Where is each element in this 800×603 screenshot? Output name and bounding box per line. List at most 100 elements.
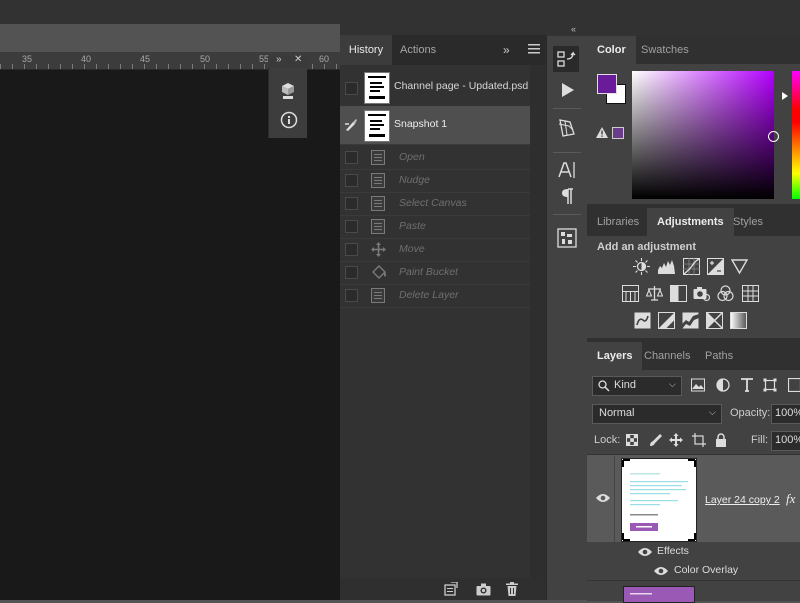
filter-shape-icon[interactable] <box>763 378 777 392</box>
paint-bucket-icon <box>371 265 385 280</box>
history-step[interactable]: Delete Layer <box>340 284 530 308</box>
step-checkbox[interactable] <box>345 289 358 302</box>
tab-history[interactable]: History <box>340 35 392 65</box>
hue-saturation-icon[interactable] <box>622 285 639 302</box>
opacity-field[interactable]: 100% <box>771 404 800 424</box>
history-step[interactable]: Select Canvas <box>340 192 530 216</box>
tab-styles[interactable]: Styles <box>723 208 773 236</box>
collapse-panels-icon[interactable]: « <box>571 24 576 34</box>
document-icon <box>371 288 385 303</box>
layer-filter-dropdown[interactable]: Kind ⌵ <box>592 376 682 396</box>
selective-color-icon[interactable] <box>706 312 723 329</box>
lock-transparent-pixels-icon[interactable] <box>626 434 638 446</box>
curves-icon[interactable] <box>683 258 700 275</box>
hue-slider[interactable] <box>792 71 800 199</box>
color-lookup-icon[interactable] <box>742 285 759 302</box>
lock-all-icon[interactable] <box>715 433 727 447</box>
snapshot-row[interactable]: Channel page - Updated.psd <box>340 68 530 107</box>
eye-icon[interactable] <box>596 493 610 503</box>
mesh-transform-icon[interactable] <box>555 116 579 140</box>
navigator-panel-icon[interactable] <box>555 226 579 250</box>
color-balance-icon[interactable] <box>646 285 663 302</box>
threshold-icon[interactable] <box>682 312 699 329</box>
properties-icon[interactable] <box>280 82 296 100</box>
info-icon[interactable] <box>280 111 298 129</box>
layer-effects-icon[interactable]: fx <box>786 491 795 507</box>
lock-artboard-icon[interactable] <box>692 433 706 447</box>
step-checkbox[interactable] <box>345 174 358 187</box>
photo-filter-icon[interactable] <box>693 285 710 302</box>
panel-menu-icon[interactable] <box>528 44 540 54</box>
invert-icon[interactable] <box>634 312 651 329</box>
ruler-tick <box>216 64 217 69</box>
history-step[interactable]: Move <box>340 238 530 262</box>
history-step[interactable]: Open <box>340 146 530 170</box>
step-checkbox[interactable] <box>345 243 358 256</box>
history-step[interactable]: Paint Bucket <box>340 261 530 285</box>
options-bar <box>0 0 800 24</box>
tab-color[interactable]: Color <box>587 36 636 64</box>
filter-smart-object-icon[interactable] <box>788 378 800 392</box>
history-step-label: Move <box>399 243 425 255</box>
paragraph-panel-icon[interactable] <box>555 184 579 208</box>
gradient-map-icon[interactable] <box>730 312 747 329</box>
snapshot-row[interactable]: Snapshot 1 <box>340 106 530 145</box>
close-icon[interactable]: ✕ <box>294 54 302 65</box>
history-step[interactable]: Nudge <box>340 169 530 193</box>
character-panel-icon[interactable] <box>555 158 579 182</box>
lock-position-icon[interactable] <box>669 433 683 447</box>
layer-row[interactable]: Layer 24 copy 2 fx <box>587 455 800 542</box>
fill-field[interactable]: 100% <box>771 431 800 451</box>
filter-pixel-icon[interactable] <box>691 378 705 392</box>
lock-image-pixels-icon[interactable] <box>649 433 663 447</box>
snapshot-label: Channel page - Updated.psd <box>394 80 528 92</box>
expand-icon[interactable]: » <box>503 43 510 57</box>
layer-name[interactable]: Layer 24 copy 2 <box>705 494 780 506</box>
tab-libraries[interactable]: Libraries <box>587 208 649 236</box>
eye-icon[interactable] <box>638 547 652 557</box>
channel-mixer-icon[interactable] <box>717 285 734 302</box>
brightness-contrast-icon[interactable] <box>633 258 650 275</box>
expand-icon[interactable]: » <box>276 54 282 65</box>
layer-effects-row[interactable]: Effects <box>587 542 800 561</box>
filter-type-icon[interactable] <box>740 378 754 392</box>
blend-mode-dropdown[interactable]: Normal ⌵ <box>592 404 722 424</box>
exposure-icon[interactable] <box>707 258 724 275</box>
black-white-icon[interactable] <box>670 285 687 302</box>
vibrance-icon[interactable] <box>731 258 748 275</box>
snapshot-label: Snapshot 1 <box>394 118 447 130</box>
document-canvas[interactable] <box>0 70 340 600</box>
gamut-color-swatch[interactable] <box>612 127 624 139</box>
color-field[interactable] <box>632 71 774 199</box>
tab-adjustments[interactable]: Adjustments <box>647 208 734 236</box>
history-scrollbar[interactable] <box>530 65 546 578</box>
play-action-icon[interactable] <box>555 78 579 102</box>
step-checkbox[interactable] <box>345 266 358 279</box>
step-checkbox[interactable] <box>345 220 358 233</box>
layer-row[interactable] <box>587 580 800 601</box>
tab-channels[interactable]: Channels <box>634 342 700 370</box>
gamut-warning-icon[interactable] <box>596 127 608 138</box>
trash-icon[interactable] <box>506 582 518 596</box>
filter-adjustment-icon[interactable] <box>716 378 730 392</box>
hue-slider-arrow-icon[interactable] <box>782 92 788 100</box>
camera-icon[interactable] <box>476 583 491 596</box>
posterize-icon[interactable] <box>658 312 675 329</box>
step-checkbox[interactable] <box>345 151 358 164</box>
mini-panel-header[interactable]: » ✕ <box>268 56 308 68</box>
foreground-color-swatch[interactable] <box>597 74 617 94</box>
tab-actions[interactable]: Actions <box>392 35 444 65</box>
history-step[interactable]: Paste <box>340 215 530 239</box>
tab-swatches[interactable]: Swatches <box>631 36 699 64</box>
snapshot-source-checkbox[interactable] <box>345 82 358 95</box>
history-brush-source-icon[interactable] <box>344 118 358 132</box>
color-picker-indicator[interactable] <box>768 131 779 142</box>
history-panel-icon[interactable] <box>553 46 579 72</box>
tab-paths[interactable]: Paths <box>695 342 743 370</box>
layer-effect-item-row[interactable]: Color Overlay <box>587 561 800 580</box>
eye-icon[interactable] <box>654 566 668 576</box>
history-tabs: History Actions » <box>340 35 546 65</box>
step-checkbox[interactable] <box>345 197 358 210</box>
new-document-icon[interactable] <box>444 582 458 596</box>
levels-icon[interactable] <box>658 258 675 275</box>
